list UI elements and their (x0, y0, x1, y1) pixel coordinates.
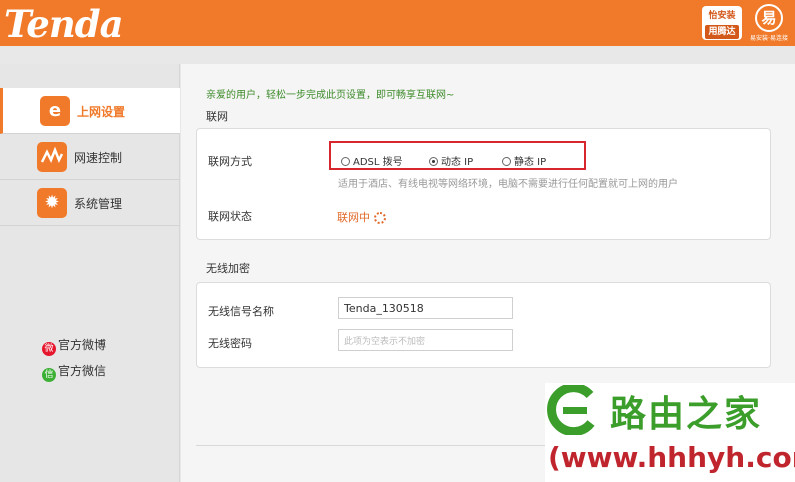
section-title-network: 联网 (206, 110, 228, 123)
url-prefix: ( (548, 441, 561, 474)
install-badge: 怡安装 用腾达 (702, 6, 742, 40)
radio-circle[interactable] (502, 157, 511, 166)
sidebar-item-system-management[interactable]: ✹ 系统管理 (0, 180, 180, 226)
radio-circle[interactable] (429, 157, 438, 166)
wifi-password-input[interactable] (338, 329, 513, 351)
radio-dynamic-ip[interactable]: 动态 IP (429, 153, 473, 168)
weibo-icon: 微 (42, 342, 56, 356)
section-title-wireless: 无线加密 (206, 262, 250, 275)
radio-static-ip[interactable]: 静态 IP (502, 153, 546, 168)
easy-caption: 易安装·易连接 (750, 35, 788, 42)
watermark-chinese: 路由之家 (610, 394, 763, 435)
internet-icon: e (40, 96, 70, 126)
official-wechat-link[interactable]: 信官方微信 (42, 362, 106, 382)
connection-mode-hint: 适用于酒店、有线电视等网络环境，电脑不需要进行任何配置就可上网的用户 (338, 179, 678, 190)
official-weibo-link[interactable]: 微官方微博 (42, 336, 106, 356)
sidebar-item-label: 网速控制 (74, 151, 123, 165)
network-panel: 联网方式 ADSL 拨号 动态 IP 静态 IP 适用于酒店、有线电视等网络环境… (196, 128, 771, 240)
wireless-panel: 无线信号名称 无线密码 (196, 282, 771, 368)
sidebar-item-label: 系统管理 (74, 197, 123, 211)
connection-status-value: 联网中 (337, 211, 370, 224)
connection-status-label: 联网状态 (208, 210, 252, 223)
radio-label: ADSL 拨号 (353, 157, 403, 168)
badge-line-1: 怡安装 (708, 11, 736, 21)
ssid-label: 无线信号名称 (208, 305, 274, 318)
site-watermark: 路由之家 (www.hhhyh.com) (545, 383, 795, 482)
gear-icon: ✹ (37, 188, 67, 218)
easy-badge: 易 易安装·易连接 (749, 4, 789, 42)
radio-circle[interactable] (341, 157, 350, 166)
url-text: www.hhhyh.com (560, 441, 795, 474)
tenda-logo: Tenda (4, 2, 124, 46)
connection-mode-label: 联网方式 (208, 155, 252, 168)
connection-status: 联网中 (337, 209, 386, 225)
radio-adsl[interactable]: ADSL 拨号 (341, 153, 403, 168)
router-home-logo-icon (547, 385, 595, 435)
sidebar: e 上网设置 网速控制 ✹ 系统管理 微官方微博 信官方微信 (0, 64, 180, 482)
radio-label: 静态 IP (514, 157, 547, 168)
wifi-password-label: 无线密码 (208, 337, 252, 350)
speed-control-icon (37, 142, 67, 172)
easy-char: 易 (755, 4, 783, 32)
sidebar-item-speed-control[interactable]: 网速控制 (0, 134, 180, 180)
loading-spinner-icon (374, 212, 386, 224)
wechat-icon: 信 (42, 368, 56, 382)
top-header: Tenda 怡安装 用腾达 易 易安装·易连接 (0, 0, 795, 46)
ssid-input[interactable] (338, 297, 513, 319)
intro-text: 亲爱的用户，轻松一步完成此页设置，即可畅享互联网~ (206, 90, 455, 101)
watermark-url: (www.hhhyh.com) (548, 441, 795, 474)
sidebar-item-label: 上网设置 (77, 105, 126, 119)
wechat-label: 官方微信 (58, 364, 107, 378)
badge-line-2: 用腾达 (705, 25, 739, 39)
weibo-label: 官方微博 (58, 338, 107, 352)
sidebar-item-internet-settings[interactable]: e 上网设置 (0, 88, 180, 134)
radio-label: 动态 IP (441, 157, 474, 168)
